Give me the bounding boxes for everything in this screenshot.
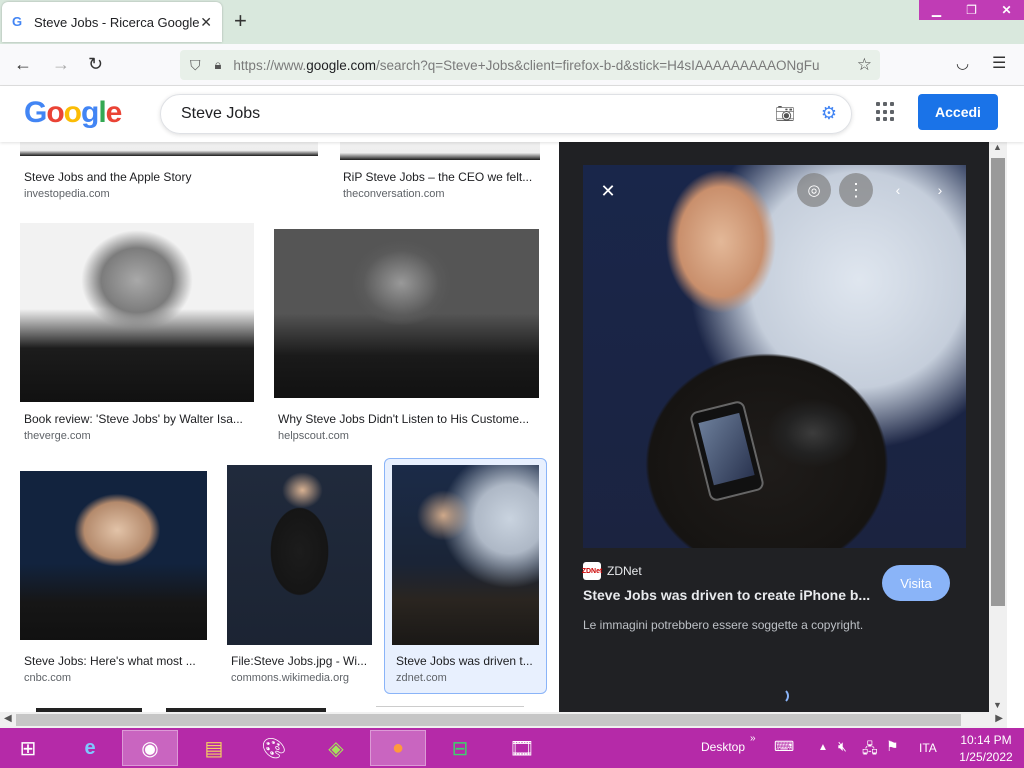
vertical-scrollbar[interactable]: ▲ ▼ — [989, 142, 1007, 712]
horizontal-scrollbar[interactable]: ◀ ▶ — [0, 712, 1007, 728]
forward-arrow-icon[interactable]: → — [52, 54, 70, 74]
page-right-margin — [1007, 142, 1024, 728]
visit-button[interactable]: Visita — [882, 565, 950, 601]
tracking-shield-icon[interactable]: ⛉ — [190, 57, 201, 74]
address-bar[interactable]: ⛉ 🔒︎ https://www.google.com/search?q=Ste… — [180, 50, 880, 80]
firefox-icon[interactable]: ● — [370, 730, 426, 766]
start-windows-icon[interactable]: ⊞ — [0, 730, 56, 766]
chrome-icon[interactable]: ◉ — [122, 730, 178, 766]
pocket-icon[interactable]: ◡ — [956, 54, 969, 74]
result-title[interactable]: Why Steve Jobs Didn't Listen to His Cust… — [278, 412, 540, 426]
result-title[interactable]: Book review: 'Steve Jobs' by Walter Isa.… — [24, 412, 248, 426]
volume-muted-icon[interactable]: 🔇︎ — [838, 738, 847, 755]
result-title[interactable]: Steve Jobs and the Apple Story — [24, 170, 304, 184]
scroll-up-arrow-icon[interactable]: ▲ — [993, 142, 1002, 152]
preview-image[interactable] — [583, 165, 966, 548]
input-language[interactable]: ITA — [919, 741, 937, 755]
bookmark-star-icon[interactable]: ☆ — [857, 55, 872, 75]
result-thumbnail[interactable] — [340, 142, 540, 160]
google-apps-icon[interactable] — [876, 102, 896, 122]
minimize-button[interactable]: ▁ — [919, 0, 954, 20]
google-header: Google 📷︎ ⚙ Accedi — [0, 86, 1024, 142]
maps-app-icon[interactable]: ◈ — [308, 730, 364, 766]
camera-search-icon[interactable]: 📷︎ — [775, 104, 795, 124]
result-thumbnail[interactable] — [392, 465, 539, 645]
action-center-flag-icon[interactable]: ⚑ — [886, 738, 899, 755]
result-title[interactable]: File:Steve Jobs.jpg - Wi... — [231, 654, 373, 668]
restore-button[interactable]: ❐ — [954, 0, 989, 20]
browser-nav-bar: ← → ↻ ⛉ 🔒︎ https://www.google.com/search… — [0, 44, 1024, 86]
movie-maker-icon[interactable]: 🎞︎ — [494, 730, 550, 766]
result-source: theverge.com — [24, 430, 91, 442]
store-icon[interactable]: ⊟ — [432, 730, 488, 766]
loading-spinner-icon — [773, 688, 789, 704]
google-lens-icon[interactable]: ◎ — [797, 173, 831, 207]
copyright-note: Le immagini potrebbero essere soggette a… — [583, 618, 864, 632]
lens-settings-icon[interactable]: ⚙ — [821, 103, 837, 124]
browser-tab-bar: G Steve Jobs - Ricerca Google ✕ + ▁ ❐ ✕ — [0, 0, 1024, 44]
clock-time[interactable]: 10:14 PM — [956, 733, 1016, 747]
desktop-toolbar-label[interactable]: Desktop — [701, 740, 745, 754]
more-options-icon[interactable]: ⋮ — [839, 173, 873, 207]
scroll-left-arrow-icon[interactable]: ◀ — [4, 713, 12, 724]
result-thumbnail[interactable] — [20, 223, 254, 402]
toolbar-expand-chevron-icon[interactable]: » — [750, 733, 756, 744]
result-thumbnail[interactable] — [227, 465, 372, 645]
show-hidden-icons-arrow-icon[interactable]: ▲ — [818, 742, 828, 753]
result-source: theconversation.com — [343, 188, 445, 200]
clock-date[interactable]: 1/25/2022 — [956, 750, 1016, 764]
result-source: helpscout.com — [278, 430, 349, 442]
reload-icon[interactable]: ↻ — [88, 54, 103, 74]
next-image-icon[interactable]: › — [923, 173, 957, 207]
image-preview-panel: ✕ ◎ ⋮ ‹ › ZDNet ZDNet Visita Steve Jobs … — [559, 142, 989, 712]
tab-close-icon[interactable]: ✕ — [200, 14, 212, 31]
menu-hamburger-icon[interactable]: ☰ — [992, 54, 1006, 74]
result-thumbnail[interactable] — [20, 471, 207, 640]
url-text[interactable]: https://www.google.com/search?q=Steve+Jo… — [233, 58, 823, 73]
scroll-down-arrow-icon[interactable]: ▼ — [993, 700, 1002, 710]
image-results-grid: Steve Jobs and the Apple Story investope… — [0, 142, 559, 712]
result-source: investopedia.com — [24, 188, 110, 200]
close-preview-icon[interactable]: ✕ — [591, 174, 625, 208]
back-arrow-icon[interactable]: ← — [14, 54, 32, 74]
google-logo[interactable]: Google — [24, 96, 122, 130]
windows-taskbar: ⊞ e ◉ ▤ 🎨︎ ◈ ● ⊟ 🎞︎ Desktop » ⌨ ▲ 🔇︎ 🖧 ⚑… — [0, 728, 1024, 768]
vertical-scroll-thumb[interactable] — [991, 158, 1005, 606]
file-explorer-icon[interactable]: ▤ — [186, 730, 242, 766]
horizontal-scroll-thumb[interactable] — [16, 714, 961, 726]
window-close-button[interactable]: ✕ — [989, 0, 1024, 20]
result-source: cnbc.com — [24, 672, 72, 684]
search-box: 📷︎ ⚙ — [160, 94, 852, 134]
zdnet-logo-icon: ZDNet — [582, 562, 602, 580]
tab-title: Steve Jobs - Ricerca Google — [34, 14, 200, 30]
paint-icon[interactable]: 🎨︎ — [246, 730, 302, 766]
preview-source-name: ZDNet — [607, 564, 642, 578]
scroll-right-arrow-icon[interactable]: ▶ — [995, 713, 1003, 724]
window-controls: ▁ ❐ ✕ — [919, 0, 1024, 20]
keyboard-icon[interactable]: ⌨ — [774, 738, 794, 755]
internet-explorer-icon[interactable]: e — [62, 730, 118, 766]
result-title[interactable]: Steve Jobs: Here's what most ... — [24, 654, 204, 668]
search-input[interactable] — [181, 105, 741, 123]
preview-source[interactable]: ZDNet ZDNet — [582, 562, 642, 580]
google-favicon-icon: G — [12, 14, 23, 29]
result-source: commons.wikimedia.org — [231, 672, 349, 684]
result-source: zdnet.com — [396, 672, 447, 684]
browser-tab[interactable]: G Steve Jobs - Ricerca Google ✕ — [2, 2, 222, 42]
iphone-in-hand — [688, 399, 766, 503]
sign-in-button[interactable]: Accedi — [918, 94, 998, 130]
result-thumbnail[interactable] — [20, 142, 318, 156]
new-tab-button[interactable]: + — [234, 10, 247, 32]
previous-image-icon[interactable]: ‹ — [881, 173, 915, 207]
preview-title[interactable]: Steve Jobs was driven to create iPhone b… — [583, 587, 873, 603]
result-title[interactable]: Steve Jobs was driven t... — [396, 654, 538, 668]
network-icon[interactable]: 🖧 — [862, 738, 878, 762]
result-thumbnail[interactable] — [274, 229, 539, 398]
result-title[interactable]: RiP Steve Jobs – the CEO we felt... — [343, 170, 538, 184]
lock-icon[interactable]: 🔒︎ — [215, 57, 222, 73]
